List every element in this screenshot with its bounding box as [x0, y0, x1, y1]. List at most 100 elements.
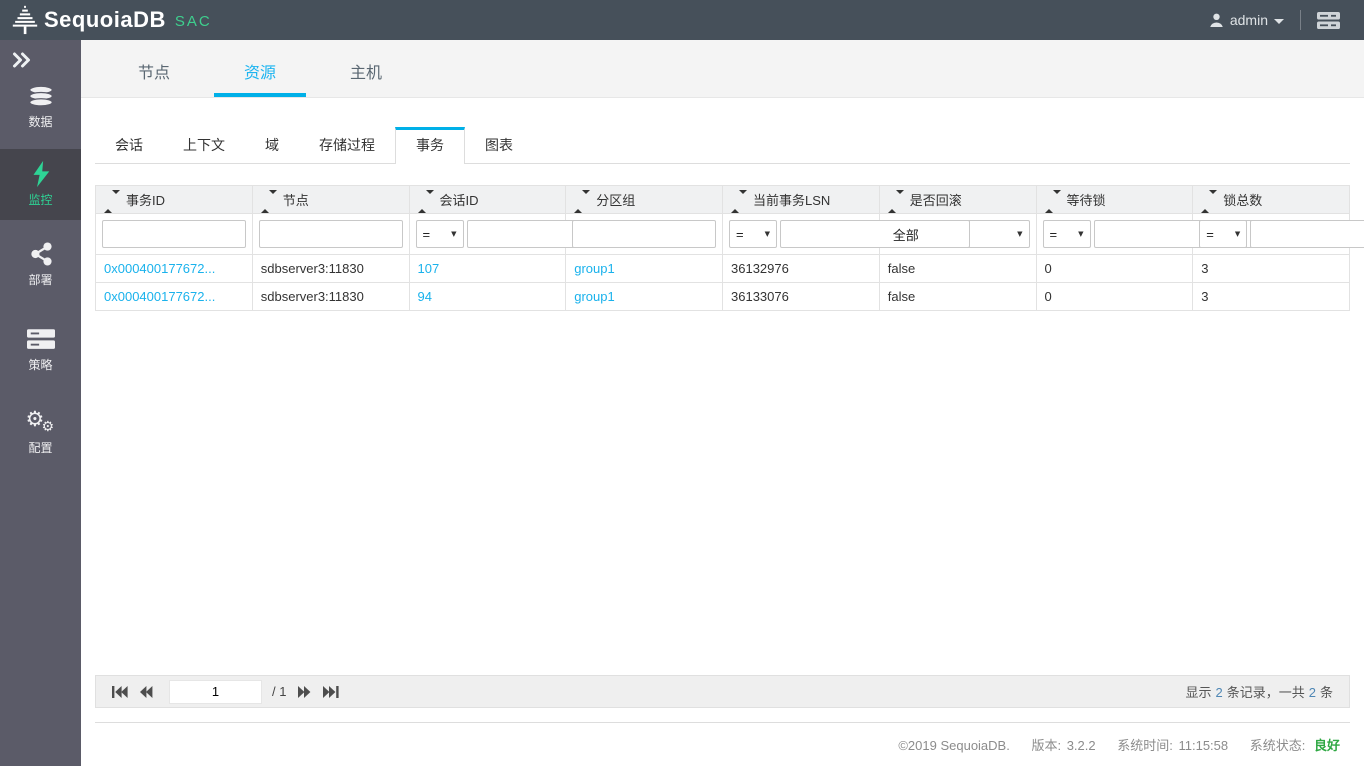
brand-suffix: SAC: [175, 13, 212, 30]
gears-icon: ⚙⚙: [0, 409, 81, 435]
tab-resource[interactable]: 资源: [214, 59, 306, 97]
resource-panel: 会话 上下文 域 存储过程 事务 图表 事务ID 节点 会话ID 分区组: [81, 127, 1364, 754]
sidebar-item-label: 监控: [0, 191, 81, 208]
column-header-lock-total[interactable]: 锁总数: [1193, 186, 1350, 214]
topbar: SequoiaDB SAC admin: [0, 0, 1364, 40]
transaction-table: 事务ID 节点 会话ID 分区组 当前事务LSN 是否回滚 等待锁 锁总数: [95, 185, 1350, 311]
node-cell: sdbserver3:11830: [252, 283, 409, 311]
first-page-button[interactable]: [112, 686, 128, 698]
txn-id-link[interactable]: 0x000400177672...: [104, 261, 215, 276]
footer-version-label: 版本:: [1031, 738, 1064, 753]
server-icon: [0, 326, 81, 352]
footer-copyright: ©2019 SequoiaDB.: [898, 738, 1010, 753]
filter-lock-total-input[interactable]: [1250, 220, 1364, 248]
lock-total-cell: 3: [1193, 255, 1350, 283]
filter-lsn-op-select[interactable]: =▼: [729, 220, 777, 248]
sort-icon: [574, 194, 590, 209]
sidebar-item-label: 部署: [0, 271, 81, 288]
server-list-icon[interactable]: [1317, 11, 1340, 30]
group-link[interactable]: group1: [574, 289, 614, 304]
resource-subtabs: 会话 上下文 域 存储过程 事务 图表: [95, 127, 1350, 164]
select-arrow-icon: ▼: [1017, 230, 1022, 238]
tab-host[interactable]: 主机: [320, 59, 412, 97]
sort-icon: [104, 194, 120, 209]
wait-lock-cell: 0: [1036, 283, 1193, 311]
record-summary: 显示2条记录，一共2条: [1181, 682, 1333, 701]
tab-node[interactable]: 节点: [108, 59, 200, 97]
column-header-lsn[interactable]: 当前事务LSN: [723, 186, 880, 214]
caret-down-icon: [1274, 19, 1284, 24]
filter-session-op-select[interactable]: =▼: [416, 220, 464, 248]
main-content: 节点 资源 主机 会话 上下文 域 存储过程 事务 图表 事务ID 节点: [81, 40, 1364, 766]
next-page-button[interactable]: [298, 686, 311, 698]
user-menu[interactable]: admin: [1209, 12, 1284, 28]
sort-icon: [888, 194, 904, 209]
footer-status-value: 良好: [1314, 738, 1340, 753]
table-row: 0x000400177672... sdbserver3:11830 107 g…: [96, 255, 1350, 283]
column-header-rollback[interactable]: 是否回滚: [879, 186, 1036, 214]
database-icon: [0, 83, 81, 109]
subtab-procedure[interactable]: 存储过程: [299, 127, 395, 163]
table-filter-row: =▼ =▼ 全部▼: [96, 214, 1350, 255]
filter-lsn-input[interactable]: [780, 220, 970, 248]
select-arrow-icon: ▼: [1078, 230, 1083, 238]
subtab-session[interactable]: 会话: [95, 127, 163, 163]
column-header-session-id[interactable]: 会话ID: [409, 186, 566, 214]
sort-icon: [1045, 194, 1061, 209]
filter-lock-total-op-select[interactable]: =▼: [1199, 220, 1247, 248]
subtab-domain[interactable]: 域: [245, 127, 299, 163]
sidebar-item-monitor[interactable]: 监控: [0, 149, 81, 220]
sidebar-item-label: 配置: [0, 439, 81, 456]
filter-group-input[interactable]: [572, 220, 716, 248]
select-arrow-icon: ▼: [765, 230, 770, 238]
lightning-icon: [0, 161, 81, 187]
pagination-bar: / 1 显示2条记录，一共2条: [95, 675, 1350, 708]
column-header-txn-id[interactable]: 事务ID: [96, 186, 253, 214]
sidebar-item-label: 数据: [0, 113, 81, 130]
session-id-link[interactable]: 94: [418, 289, 432, 304]
shown-count: 2: [1216, 685, 1223, 700]
column-header-group[interactable]: 分区组: [566, 186, 723, 214]
subtab-transaction[interactable]: 事务: [395, 127, 465, 164]
double-chevron-right-icon: [12, 52, 32, 68]
sort-icon: [418, 194, 434, 209]
sort-icon: [1201, 194, 1217, 209]
rollback-cell: false: [879, 283, 1036, 311]
filter-txn-id-input[interactable]: [102, 220, 246, 248]
column-header-wait-lock[interactable]: 等待锁: [1036, 186, 1193, 214]
group-link[interactable]: group1: [574, 261, 614, 276]
sidebar-item-config[interactable]: ⚙⚙ 配置: [0, 404, 81, 461]
empty-space: [95, 311, 1350, 675]
subtab-context[interactable]: 上下文: [163, 127, 245, 163]
share-icon: [0, 241, 81, 267]
topbar-divider: [1300, 10, 1301, 30]
sequoia-tree-icon: [10, 5, 40, 35]
footer-time-label: 系统时间:: [1117, 738, 1176, 753]
select-arrow-icon: ▼: [451, 230, 456, 238]
filter-wait-lock-op-select[interactable]: =▼: [1043, 220, 1091, 248]
filter-node-input[interactable]: [259, 220, 403, 248]
page-total-label: / 1: [272, 684, 286, 699]
sidebar-collapse-button[interactable]: [0, 40, 81, 70]
sidebar-item-label: 策略: [0, 356, 81, 373]
brand-logo[interactable]: SequoiaDB SAC: [10, 5, 212, 35]
brand-name: SequoiaDB: [44, 7, 166, 33]
last-page-button[interactable]: [323, 686, 339, 698]
column-header-node[interactable]: 节点: [252, 186, 409, 214]
sidebar-item-strategy[interactable]: 策略: [0, 321, 81, 378]
sidebar-item-deploy[interactable]: 部署: [0, 236, 81, 293]
wait-lock-cell: 0: [1036, 255, 1193, 283]
lock-total-cell: 3: [1193, 283, 1350, 311]
session-id-link[interactable]: 107: [418, 261, 440, 276]
footer-status-label: 系统状态:: [1250, 738, 1309, 753]
sidebar-item-data[interactable]: 数据: [0, 78, 81, 135]
lsn-cell: 36132976: [723, 255, 880, 283]
lsn-cell: 36133076: [723, 283, 880, 311]
sort-icon: [731, 194, 747, 209]
prev-page-button[interactable]: [140, 686, 153, 698]
subtab-chart[interactable]: 图表: [465, 127, 533, 163]
user-name: admin: [1230, 12, 1268, 28]
page-number-input[interactable]: [169, 680, 262, 704]
sort-icon: [261, 194, 277, 209]
txn-id-link[interactable]: 0x000400177672...: [104, 289, 215, 304]
